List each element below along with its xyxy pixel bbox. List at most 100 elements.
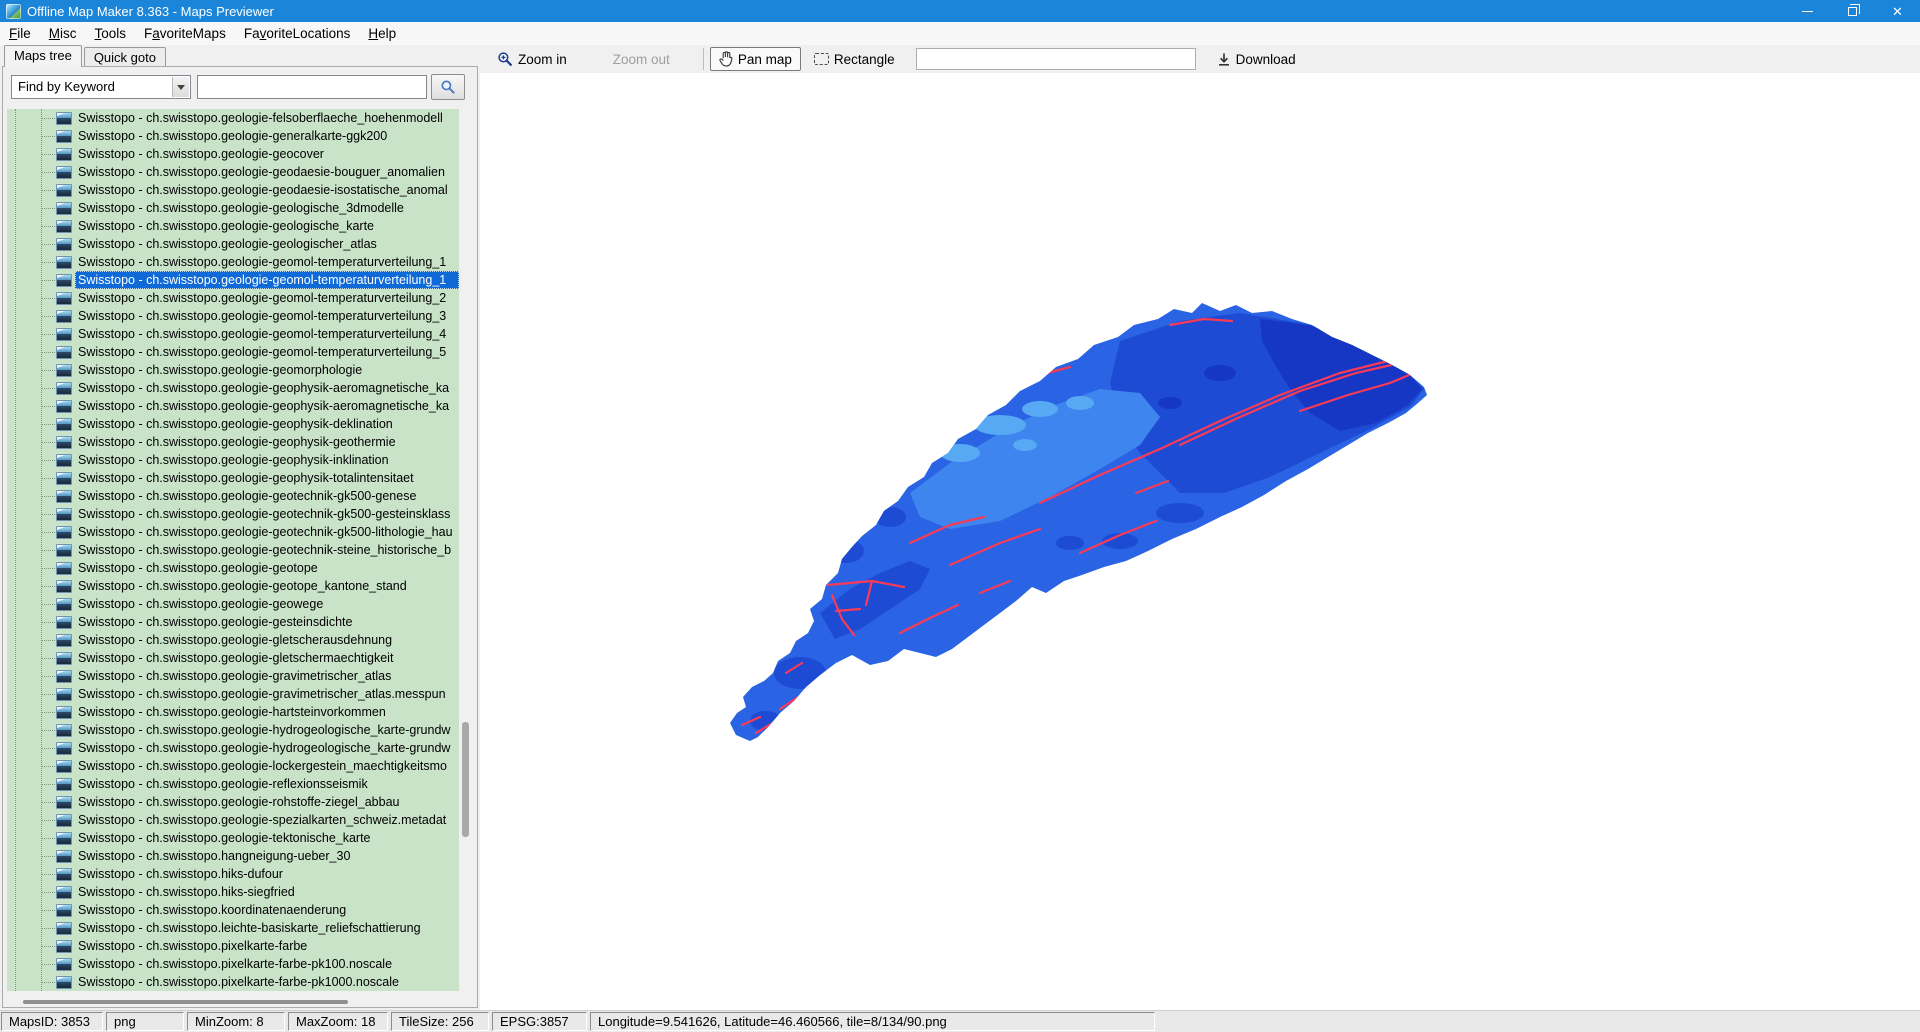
tree-item[interactable]: Swisstopo - ch.swisstopo.geologie-geocov… <box>7 145 459 163</box>
tree-item[interactable]: Swisstopo - ch.swisstopo.geologie-genera… <box>7 127 459 145</box>
tree-item[interactable]: Swisstopo - ch.swisstopo.geologie-gestei… <box>7 613 459 631</box>
map-layer-icon <box>56 886 72 899</box>
tree-item[interactable]: Swisstopo - ch.swisstopo.geologie-locker… <box>7 757 459 775</box>
tree-item[interactable]: Swisstopo - ch.swisstopo.geologie-geotop… <box>7 559 459 577</box>
tree-item[interactable]: Swisstopo - ch.swisstopo.geologie-geotec… <box>7 541 459 559</box>
tree-item[interactable]: Swisstopo - ch.swisstopo.geologie-geomol… <box>7 343 459 361</box>
tree-item[interactable]: Swisstopo - ch.swisstopo.geologie-gletsc… <box>7 649 459 667</box>
find-mode-select[interactable]: Find by Keyword <box>11 75 191 99</box>
tree-item[interactable]: Swisstopo - ch.swisstopo.leichte-basiska… <box>7 919 459 937</box>
tree-connector-line <box>42 838 55 839</box>
tree-item[interactable]: Swisstopo - ch.swisstopo.geologie-geotec… <box>7 523 459 541</box>
tree-item[interactable]: Swisstopo - ch.swisstopo.geologie-geolog… <box>7 235 459 253</box>
menu-item-favoritemaps[interactable]: FavoriteMaps <box>135 22 235 45</box>
download-button[interactable]: Download <box>1208 48 1305 71</box>
tree-item[interactable]: Swisstopo - ch.swisstopo.geologie-spezia… <box>7 811 459 829</box>
restore-button[interactable] <box>1830 0 1875 22</box>
tree-item[interactable]: Swisstopo - ch.swisstopo.geologie-geophy… <box>7 397 459 415</box>
map-layer-icon <box>56 274 72 287</box>
tree-item[interactable]: Swisstopo - ch.swisstopo.geologie-geotop… <box>7 577 459 595</box>
tree-item-label: Swisstopo - ch.swisstopo.geologie-hydrog… <box>75 721 459 739</box>
tree-connector-line <box>42 694 55 695</box>
tree-item[interactable]: Swisstopo - ch.swisstopo.geologie-reflex… <box>7 775 459 793</box>
tree-item[interactable]: Swisstopo - ch.swisstopo.geologie-geophy… <box>7 469 459 487</box>
map-layer-icon <box>56 382 72 395</box>
menu-item-tools[interactable]: Tools <box>86 22 136 45</box>
tree-item-label: Swisstopo - ch.swisstopo.geologie-geophy… <box>75 433 459 451</box>
tree-item[interactable]: Swisstopo - ch.swisstopo.geologie-hartst… <box>7 703 459 721</box>
tree-item[interactable]: Swisstopo - ch.swisstopo.geologie-geoweg… <box>7 595 459 613</box>
tree-item[interactable]: Swisstopo - ch.swisstopo.koordinatenaend… <box>7 901 459 919</box>
tree-item[interactable]: Swisstopo - ch.swisstopo.geologie-geotec… <box>7 505 459 523</box>
tree-item[interactable]: Swisstopo - ch.swisstopo.geologie-felsob… <box>7 109 459 127</box>
maps-tree-list: Swisstopo - ch.swisstopo.geologie-felsob… <box>7 109 459 991</box>
search-button[interactable] <box>431 74 465 100</box>
tree-item[interactable]: Swisstopo - ch.swisstopo.geologie-geophy… <box>7 379 459 397</box>
tree-item[interactable]: Swisstopo - ch.swisstopo.hiks-dufour <box>7 865 459 883</box>
tree-item-label: Swisstopo - ch.swisstopo.geologie-geotop… <box>75 559 459 577</box>
minimize-button[interactable] <box>1785 0 1830 22</box>
sidebar-groupbox: Find by Keyword Swisstopo - ch.swisstopo… <box>2 66 478 1008</box>
tree-item-label: Swisstopo - ch.swisstopo.geologie-geotec… <box>75 523 459 541</box>
tree-item[interactable]: Swisstopo - ch.swisstopo.pixelkarte-farb… <box>7 973 459 991</box>
toolbar-address-input[interactable] <box>916 48 1196 70</box>
pan-hand-icon <box>719 51 733 67</box>
zoom-out-button[interactable]: Zoom out <box>604 48 679 71</box>
tree-item[interactable]: Swisstopo - ch.swisstopo.geologie-geodae… <box>7 181 459 199</box>
rectangle-button[interactable]: Rectangle <box>805 48 904 71</box>
tree-item-label: Swisstopo - ch.swisstopo.geologie-geodae… <box>75 181 459 199</box>
zoom-in-button[interactable]: Zoom in <box>488 47 576 71</box>
tree-item-label: Swisstopo - ch.swisstopo.pixelkarte-farb… <box>75 973 459 991</box>
tree-item[interactable]: Swisstopo - ch.swisstopo.geologie-gletsc… <box>7 631 459 649</box>
menu-item-misc[interactable]: Misc <box>40 22 86 45</box>
tree-connector-line <box>42 730 55 731</box>
tab-quick-goto[interactable]: Quick goto <box>84 47 166 66</box>
keyword-input[interactable] <box>197 75 427 99</box>
tree-item[interactable]: Swisstopo - ch.swisstopo.geologie-geomol… <box>7 289 459 307</box>
vertical-scrollbar-thumb[interactable] <box>462 722 469 837</box>
map-layer-icon <box>56 364 72 377</box>
menu-item-favoritelocations[interactable]: FavoriteLocations <box>235 22 360 45</box>
map-canvas[interactable] <box>480 73 1920 1010</box>
tree-item[interactable]: Swisstopo - ch.swisstopo.geologie-geomol… <box>7 271 459 289</box>
tree-item[interactable]: Swisstopo - ch.swisstopo.geologie-geophy… <box>7 433 459 451</box>
tree-item[interactable]: Swisstopo - ch.swisstopo.geologie-tekton… <box>7 829 459 847</box>
tree-item[interactable]: Swisstopo - ch.swisstopo.geologie-rohsto… <box>7 793 459 811</box>
tree-item[interactable]: Swisstopo - ch.swisstopo.hiks-siegfried <box>7 883 459 901</box>
tree-item-label: Swisstopo - ch.swisstopo.geologie-geomor… <box>75 361 459 379</box>
map-layer-icon <box>56 688 72 701</box>
tree-item[interactable]: Swisstopo - ch.swisstopo.geologie-geomol… <box>7 253 459 271</box>
close-button[interactable]: ✕ <box>1875 0 1920 22</box>
horizontal-scrollbar[interactable] <box>9 997 453 1007</box>
tree-item[interactable]: Swisstopo - ch.swisstopo.geologie-hydrog… <box>7 739 459 757</box>
tab-maps-tree[interactable]: Maps tree <box>4 45 82 67</box>
tree-item[interactable]: Swisstopo - ch.swisstopo.geologie-gravim… <box>7 685 459 703</box>
tree-item[interactable]: Swisstopo - ch.swisstopo.geologie-geomol… <box>7 325 459 343</box>
select-arrow-button[interactable] <box>172 77 189 97</box>
tree-item-label: Swisstopo - ch.swisstopo.geologie-geoweg… <box>75 595 459 613</box>
tree-item[interactable]: Swisstopo - ch.swisstopo.geologie-geophy… <box>7 451 459 469</box>
tree-item[interactable]: Swisstopo - ch.swisstopo.geologie-geomor… <box>7 361 459 379</box>
tree-connector-line <box>42 586 55 587</box>
tree-item[interactable]: Swisstopo - ch.swisstopo.geologie-geophy… <box>7 415 459 433</box>
tree-item[interactable]: Swisstopo - ch.swisstopo.geologie-geolog… <box>7 217 459 235</box>
menu-item-help[interactable]: Help <box>359 22 405 45</box>
tree-item[interactable]: Swisstopo - ch.swisstopo.geologie-hydrog… <box>7 721 459 739</box>
window-controls: ✕ <box>1785 0 1920 22</box>
tree-item[interactable]: Swisstopo - ch.swisstopo.pixelkarte-farb… <box>7 955 459 973</box>
pan-map-button[interactable]: Pan map <box>710 47 801 71</box>
tree-item[interactable]: Swisstopo - ch.swisstopo.hangneigung-ueb… <box>7 847 459 865</box>
tree-item[interactable]: Swisstopo - ch.swisstopo.geologie-geodae… <box>7 163 459 181</box>
tree-item[interactable]: Swisstopo - ch.swisstopo.geologie-gravim… <box>7 667 459 685</box>
tree-item[interactable]: Swisstopo - ch.swisstopo.pixelkarte-farb… <box>7 937 459 955</box>
horizontal-scrollbar-thumb[interactable] <box>23 1000 348 1004</box>
tree-item[interactable]: Swisstopo - ch.swisstopo.geologie-geotec… <box>7 487 459 505</box>
tree-item[interactable]: Swisstopo - ch.swisstopo.geologie-geolog… <box>7 199 459 217</box>
tree-item[interactable]: Swisstopo - ch.swisstopo.geologie-geomol… <box>7 307 459 325</box>
menu-item-file[interactable]: File <box>0 22 40 45</box>
map-layer-icon <box>56 616 72 629</box>
tree-connector-line <box>42 226 55 227</box>
tree-connector-line <box>42 568 55 569</box>
tree-connector-line <box>42 262 55 263</box>
map-layer-icon <box>56 508 72 521</box>
